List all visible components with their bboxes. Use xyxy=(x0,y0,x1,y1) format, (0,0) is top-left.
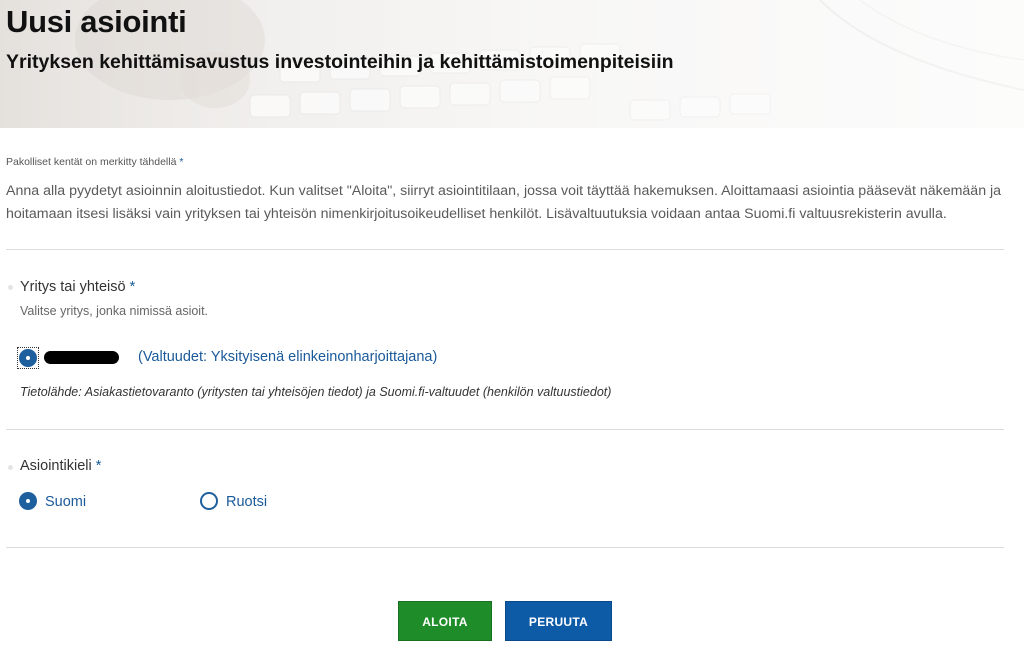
required-star: * xyxy=(95,458,102,474)
cancel-button[interactable]: PERUUTA xyxy=(505,601,612,641)
language-field-label: Asiointikieli * xyxy=(20,458,101,474)
divider xyxy=(6,547,1004,548)
divider xyxy=(6,249,1004,250)
company-help-text: Valitse yritys, jonka nimissä asioit. xyxy=(20,304,209,318)
language-option-ruotsi[interactable]: Ruotsi xyxy=(226,494,267,510)
intro-text: Anna alla pyydetyt asioinnin aloitustied… xyxy=(6,183,1002,222)
divider xyxy=(6,429,1004,430)
required-note-text: Pakolliset kentät on merkitty tähdellä xyxy=(6,156,177,168)
required-star: * xyxy=(179,156,184,168)
language-option-suomi[interactable]: Suomi xyxy=(45,494,86,510)
section-bullet xyxy=(8,285,13,290)
language-label-text: Asiointikieli xyxy=(20,458,92,474)
company-field-label: Yritys tai yhteisö * xyxy=(20,279,135,295)
language-radio-ruotsi[interactable] xyxy=(200,492,218,510)
header-banner: Uusi asiointi Yrityksen kehittämisavustu… xyxy=(0,0,1024,128)
required-fields-note: Pakolliset kentät on merkitty tähdellä * xyxy=(6,156,183,168)
required-star: * xyxy=(129,279,136,295)
data-source-note: Tietolähde: Asiakastietovaranto (yrityst… xyxy=(20,385,612,399)
company-authorization-label[interactable]: (Valtuudet: Yksityisenä elinkeinonharjoi… xyxy=(138,349,437,365)
start-button[interactable]: ALOITA xyxy=(398,601,492,641)
language-radio-suomi[interactable] xyxy=(19,492,37,510)
company-label-text: Yritys tai yhteisö xyxy=(20,279,126,295)
redacted-company-name xyxy=(44,351,119,364)
company-radio[interactable] xyxy=(19,349,37,367)
page-title: Uusi asiointi xyxy=(6,4,187,39)
section-bullet xyxy=(8,465,13,470)
page-subtitle: Yrityksen kehittämisavustus investointei… xyxy=(6,51,674,73)
